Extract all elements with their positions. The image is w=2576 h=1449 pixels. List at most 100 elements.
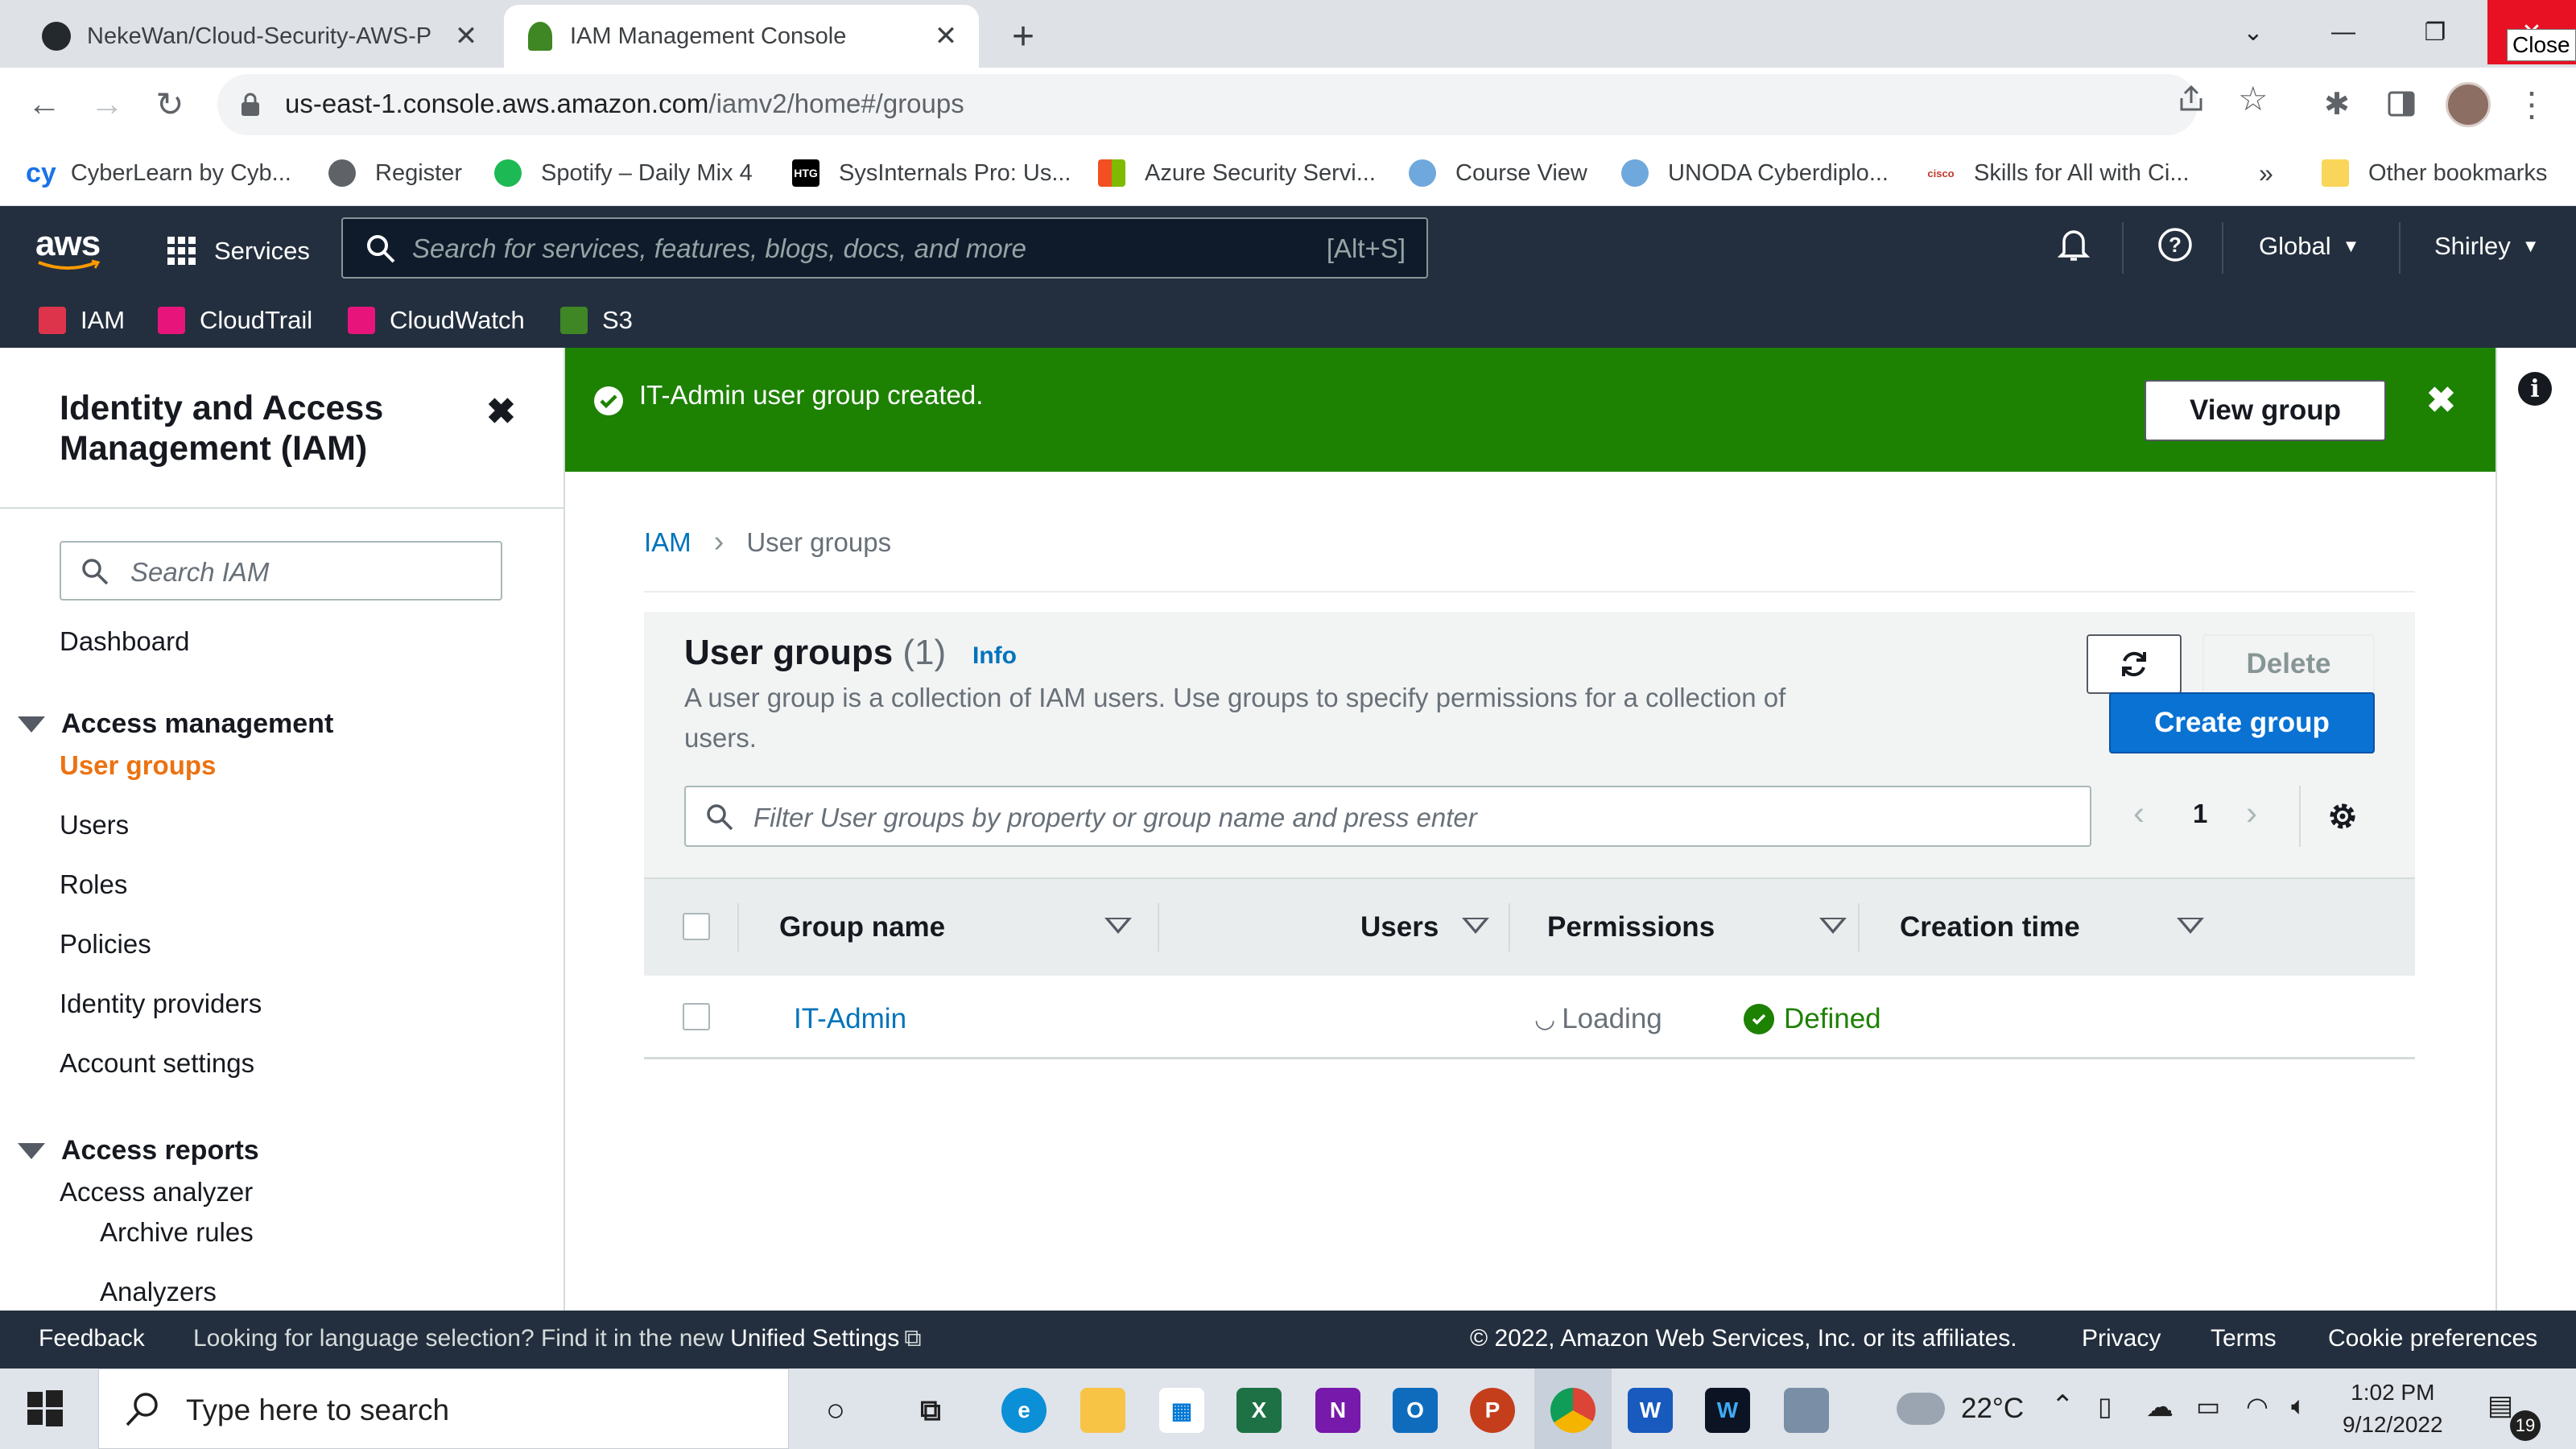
- settings-gear-icon[interactable]: [2325, 799, 2360, 834]
- refresh-button[interactable]: [2087, 634, 2182, 694]
- tab-search-chevron-icon[interactable]: ⌄: [2209, 0, 2297, 64]
- profile-avatar[interactable]: [2446, 82, 2491, 127]
- onedrive-icon[interactable]: ☁: [2146, 1391, 2174, 1423]
- onenote-icon[interactable]: N: [1315, 1388, 1360, 1433]
- current-page-number[interactable]: 1: [2193, 799, 2207, 829]
- minimize-button[interactable]: —: [2299, 0, 2388, 64]
- row-checkbox[interactable]: [683, 1003, 710, 1030]
- sidebar-item-users[interactable]: Users: [60, 810, 129, 840]
- sidebar-item-archive-rules[interactable]: Archive rules: [100, 1217, 254, 1248]
- filter-input[interactable]: Filter User groups by property or group …: [684, 786, 2091, 847]
- column-header-group-name[interactable]: Group name: [779, 911, 945, 943]
- view-group-button[interactable]: View group: [2145, 380, 2386, 441]
- create-group-button[interactable]: Create group: [2109, 692, 2375, 753]
- notifications-bell-icon[interactable]: [2058, 227, 2090, 262]
- tab-close-icon[interactable]: ✕: [932, 21, 960, 52]
- sidebar-item-account-settings[interactable]: Account settings: [60, 1048, 254, 1079]
- wifi-icon[interactable]: ◠: [2246, 1391, 2268, 1422]
- breadcrumb-iam-link[interactable]: IAM: [644, 527, 691, 558]
- info-icon[interactable]: i: [2518, 372, 2552, 406]
- account-menu[interactable]: Shirley ▼: [2434, 232, 2540, 261]
- tab-iam-console[interactable]: IAM Management Console ✕: [504, 5, 979, 68]
- sort-caret-icon[interactable]: [2177, 918, 2204, 934]
- delete-button[interactable]: Delete: [2202, 634, 2375, 694]
- sidebar-item-analyzers[interactable]: Analyzers: [100, 1277, 217, 1307]
- sort-caret-icon[interactable]: [1462, 918, 1489, 934]
- bookmarks-overflow-button[interactable]: »: [2259, 155, 2273, 192]
- bookmark-sysinternals[interactable]: HTG SysInternals Pro: Us...: [792, 155, 1071, 192]
- sidebar-item-dashboard[interactable]: Dashboard: [60, 626, 189, 657]
- sidebar-item-access-analyzer[interactable]: Access analyzer: [60, 1177, 253, 1208]
- sidebar-item-roles[interactable]: Roles: [60, 869, 127, 900]
- cortana-icon[interactable]: ○: [813, 1388, 858, 1433]
- bookmark-azure[interactable]: Azure Security Servi...: [1098, 155, 1376, 192]
- battery-icon[interactable]: ▭: [2196, 1391, 2220, 1422]
- help-icon[interactable]: ?: [2157, 227, 2193, 262]
- microsoft-store-icon[interactable]: ▦: [1159, 1388, 1204, 1433]
- reload-button[interactable]: ↻: [150, 84, 190, 124]
- next-page-chevron-icon[interactable]: ›: [2246, 794, 2257, 832]
- flash-close-icon[interactable]: ✖: [2426, 380, 2456, 421]
- chrome-icon[interactable]: [1550, 1388, 1596, 1433]
- sort-caret-icon[interactable]: [1819, 918, 1847, 934]
- tray-device-icon[interactable]: ▯: [2098, 1391, 2112, 1422]
- tab-close-icon[interactable]: ✕: [452, 21, 480, 52]
- bookmark-unoda[interactable]: UNODA Cyberdiplo...: [1621, 155, 1889, 192]
- bookmark-cyberlearn[interactable]: cy CyberLearn by Cyb...: [26, 155, 291, 192]
- tray-chevron-icon[interactable]: ⌃: [2051, 1389, 2074, 1422]
- volume-icon[interactable]: 🔈︎: [2291, 1391, 2306, 1422]
- feedback-link[interactable]: Feedback: [39, 1325, 145, 1352]
- aws-search-input[interactable]: Search for services, features, blogs, do…: [341, 217, 1428, 279]
- sidebar-item-identity-providers[interactable]: Identity providers: [60, 989, 262, 1019]
- favorite-cloudwatch[interactable]: CloudWatch: [348, 303, 525, 338]
- terms-link[interactable]: Terms: [2211, 1325, 2277, 1352]
- side-panel-icon[interactable]: [2381, 84, 2421, 124]
- edge-icon[interactable]: e: [1001, 1388, 1046, 1433]
- forward-button[interactable]: →: [87, 84, 127, 124]
- share-icon[interactable]: [2174, 80, 2209, 116]
- task-view-icon[interactable]: ⧉: [908, 1388, 953, 1433]
- word-icon[interactable]: W: [1628, 1388, 1673, 1433]
- tab-github[interactable]: NekeWan/Cloud-Security-AWS-P ✕: [16, 5, 499, 68]
- taskbar-search-box[interactable]: Type here to search: [98, 1368, 789, 1449]
- unified-settings-link[interactable]: Unified Settings: [730, 1325, 899, 1352]
- favorite-s3[interactable]: S3: [560, 303, 633, 338]
- bookmark-course-view[interactable]: Course View: [1409, 155, 1587, 192]
- other-bookmarks[interactable]: Other bookmarks: [2322, 155, 2547, 192]
- column-header-creation-time[interactable]: Creation time: [1900, 911, 2080, 943]
- notifications-icon[interactable]: ▤: [2487, 1389, 2513, 1422]
- outlook-icon[interactable]: O: [1393, 1388, 1438, 1433]
- column-header-users[interactable]: Users: [1360, 911, 1439, 943]
- excel-icon[interactable]: X: [1236, 1388, 1282, 1433]
- new-tab-button[interactable]: +: [1003, 15, 1043, 58]
- sidebar-section-access-management[interactable]: Access management: [18, 708, 333, 740]
- menu-kebab-icon[interactable]: ⋮: [2512, 84, 2552, 124]
- taskbar-temperature[interactable]: 22°C: [1961, 1393, 2024, 1425]
- extensions-icon[interactable]: ✱: [2317, 84, 2357, 124]
- sidebar-close-icon[interactable]: ✖: [486, 391, 516, 432]
- star-icon[interactable]: ☆: [2238, 79, 2268, 118]
- sidebar-search-input[interactable]: Search IAM: [60, 541, 502, 601]
- favorite-cloudtrail[interactable]: CloudTrail: [158, 303, 312, 338]
- sort-caret-icon[interactable]: [1104, 918, 1132, 934]
- address-bar[interactable]: us-east-1.console.aws.amazon.com/iamv2/h…: [217, 74, 2268, 135]
- group-name-link[interactable]: IT-Admin: [794, 1003, 906, 1035]
- region-selector[interactable]: Global ▼: [2259, 232, 2359, 261]
- services-menu-button[interactable]: Services: [166, 225, 310, 277]
- bookmark-register[interactable]: Register: [328, 155, 462, 192]
- bookmark-spotify[interactable]: Spotify – Daily Mix 4: [494, 155, 753, 192]
- windows-start-icon[interactable]: [24, 1388, 64, 1428]
- select-all-checkbox[interactable]: [683, 913, 710, 940]
- sidebar-section-access-reports[interactable]: Access reports: [18, 1135, 259, 1166]
- privacy-link[interactable]: Privacy: [2082, 1325, 2161, 1352]
- restore-button[interactable]: ❐: [2391, 0, 2479, 64]
- remote-desktop-icon[interactable]: [1784, 1388, 1829, 1433]
- previous-page-chevron-icon[interactable]: ‹: [2133, 794, 2145, 832]
- favorite-iam[interactable]: IAM: [39, 303, 125, 338]
- column-header-permissions[interactable]: Permissions: [1547, 911, 1715, 943]
- info-link[interactable]: Info: [972, 642, 1017, 670]
- bookmark-cisco[interactable]: cisco Skills for All with Ci...: [1927, 155, 2190, 192]
- cookie-preferences-link[interactable]: Cookie preferences: [2328, 1325, 2537, 1352]
- webex-icon[interactable]: W: [1705, 1388, 1750, 1433]
- sidebar-item-user-groups[interactable]: User groups: [60, 750, 216, 781]
